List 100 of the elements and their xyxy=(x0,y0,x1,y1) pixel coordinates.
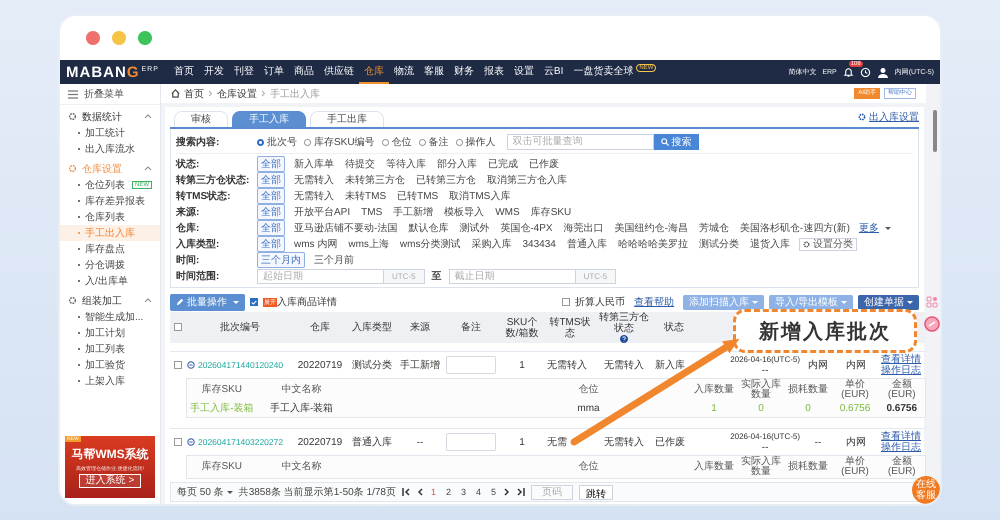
checkbox-label[interactable]: 入库商品详情 xyxy=(277,295,337,309)
filter-option[interactable]: 采购入库 xyxy=(469,236,514,252)
previous-page-icon[interactable] xyxy=(416,488,423,496)
filter-option[interactable]: 取消TMS入库 xyxy=(447,188,512,204)
remark-field[interactable] xyxy=(446,356,496,374)
page-size-dropdown[interactable]: 每页 50 条 xyxy=(177,485,233,499)
nav-menu-item[interactable]: 订单 xyxy=(258,60,289,84)
sidebar-item[interactable]: 加工验货 xyxy=(60,357,160,373)
radio-option[interactable]: 批次号 xyxy=(257,135,297,149)
filter-option[interactable]: 普通入库 xyxy=(564,236,609,252)
nav-menu-item[interactable]: 刊登 xyxy=(228,60,259,84)
checkbox[interactable] xyxy=(250,298,258,306)
nav-menu-item[interactable]: 云BI xyxy=(538,60,568,84)
filter-option[interactable]: 海莞出口 xyxy=(562,220,606,236)
filter-option[interactable]: 全部 xyxy=(257,220,285,236)
window-control-dot[interactable] xyxy=(138,31,152,45)
sidebar-item[interactable]: 出入库流水 xyxy=(60,141,160,157)
radio-option[interactable]: 库存SKU编号 xyxy=(304,135,375,149)
nav-menu-item[interactable]: 物流 xyxy=(388,60,419,84)
nav-menu-item[interactable]: 商品 xyxy=(288,60,319,84)
filter-option[interactable]: wms上海 xyxy=(346,236,391,252)
sidebar-item[interactable]: 仓库列表 xyxy=(60,209,160,225)
action-link[interactable]: 操作日志 xyxy=(881,365,921,376)
filter-option[interactable]: 全部 xyxy=(257,172,285,188)
filter-option[interactable]: 343434 xyxy=(520,238,558,250)
filter-option[interactable]: 全部 xyxy=(257,236,285,252)
radio-option[interactable]: 操作人 xyxy=(456,135,496,149)
page-number[interactable]: 5 xyxy=(489,487,498,497)
sidebar-item[interactable]: 加工统计 xyxy=(60,125,160,141)
sidebar-item[interactable]: 上架入库 xyxy=(60,373,160,389)
filter-option[interactable]: 库存SKU xyxy=(528,204,574,220)
page-number[interactable]: 3 xyxy=(459,487,468,497)
filter-option[interactable]: 全部 xyxy=(257,188,285,204)
row-checkbox[interactable] xyxy=(174,360,182,369)
more-link[interactable]: 更多 xyxy=(858,221,879,235)
sidebar-item[interactable]: 库存差异报表 xyxy=(60,193,160,209)
filter-option[interactable]: 芳城仓 xyxy=(696,220,731,236)
user-icon[interactable] xyxy=(876,66,889,78)
filter-option[interactable]: 哈哈哈哈美罗拉 xyxy=(616,236,690,252)
first-page-icon[interactable] xyxy=(402,488,411,496)
window-control-dot[interactable] xyxy=(86,31,100,45)
next-page-icon[interactable] xyxy=(504,488,510,496)
filter-option[interactable]: 默认仓库 xyxy=(406,220,450,236)
nav-menu-item[interactable]: 供应链 xyxy=(318,60,359,84)
filter-option[interactable]: 美国洛杉矶仓-速四方(新) xyxy=(738,220,852,236)
remark-field[interactable] xyxy=(446,433,496,451)
page-number[interactable]: 4 xyxy=(474,487,484,497)
filter-option[interactable]: 无需转入 xyxy=(292,172,336,188)
filter-option[interactable]: 已转TMS xyxy=(395,188,440,204)
tab[interactable]: 审核 xyxy=(174,111,228,127)
filter-option[interactable]: 取消第三方仓入库 xyxy=(485,172,569,188)
tab[interactable]: 手工出库 xyxy=(310,111,384,127)
nav-menu-item[interactable]: 报表 xyxy=(478,60,509,84)
checkbox[interactable] xyxy=(562,298,570,306)
filter-option[interactable]: 新入库单 xyxy=(292,156,336,172)
filter-option[interactable]: 美国纽约仓-海昌 xyxy=(612,220,690,236)
filter-option[interactable]: 部分入库 xyxy=(435,156,479,172)
filter-option[interactable]: 全部 xyxy=(257,156,285,172)
filter-option[interactable]: 未转第三方仓 xyxy=(343,172,407,188)
page-number[interactable]: 1 xyxy=(428,487,438,497)
help-link[interactable]: 查看帮助 xyxy=(634,295,674,309)
sidebar-group[interactable]: 数据统计 xyxy=(60,108,160,125)
bell-icon[interactable] xyxy=(842,66,854,78)
page-number[interactable]: 2 xyxy=(444,487,453,497)
select-all-checkbox[interactable] xyxy=(174,323,182,332)
clock-icon[interactable] xyxy=(860,66,871,78)
nav-menu-item[interactable]: 一盘货卖全球 xyxy=(568,60,638,84)
sidebar-item[interactable]: 加工计划 xyxy=(60,325,160,341)
nav-menu-item[interactable]: 设置 xyxy=(508,60,539,84)
filter-option[interactable]: 未转TMS xyxy=(343,188,388,204)
sidebar-item[interactable]: 库存盘点 xyxy=(60,241,160,257)
radio-option[interactable]: 备注 xyxy=(418,135,449,149)
action-link[interactable]: 查看详情 xyxy=(881,354,921,365)
filter-option[interactable]: 退货入库 xyxy=(748,236,792,252)
filter-option[interactable]: 三个月前 xyxy=(312,252,356,268)
sidebar-item[interactable]: 智能生成加... xyxy=(60,309,160,325)
sidebar-item[interactable]: 入/出库单 xyxy=(60,273,160,289)
window-control-dot[interactable] xyxy=(112,31,126,45)
filter-option[interactable]: wms 内网 xyxy=(292,236,340,252)
apps-icon[interactable] xyxy=(926,296,938,308)
nav-menu-item[interactable]: 开发 xyxy=(198,60,229,84)
filter-option[interactable]: 测试分类 xyxy=(696,236,741,252)
filter-option[interactable]: 测试外 xyxy=(457,220,492,236)
menu-icon[interactable] xyxy=(68,90,78,98)
nav-menu-item[interactable]: 财务 xyxy=(448,60,479,84)
filter-option[interactable]: 三个月内 xyxy=(257,252,305,268)
breadcrumb-link[interactable]: 首页 xyxy=(184,86,204,100)
filter-option[interactable]: 待提交 xyxy=(343,156,377,172)
toolbar-button[interactable]: 创建单据 xyxy=(858,294,919,310)
scrollbar[interactable] xyxy=(933,110,937,152)
settings-link[interactable]: 出入库设置 xyxy=(869,110,919,124)
radio-option[interactable]: 仓位 xyxy=(382,135,412,149)
expand-icon[interactable] xyxy=(187,438,195,446)
last-page-icon[interactable] xyxy=(516,488,526,496)
sidebar-group[interactable]: 组装加工 xyxy=(60,292,160,309)
nav-menu-item[interactable]: 首页 xyxy=(168,60,199,84)
filter-option[interactable]: 已作废 xyxy=(527,156,561,172)
filter-option[interactable]: 开放平台API xyxy=(292,204,352,220)
filter-option[interactable]: WMS xyxy=(493,206,522,218)
filter-option[interactable]: 已完成 xyxy=(486,156,520,172)
